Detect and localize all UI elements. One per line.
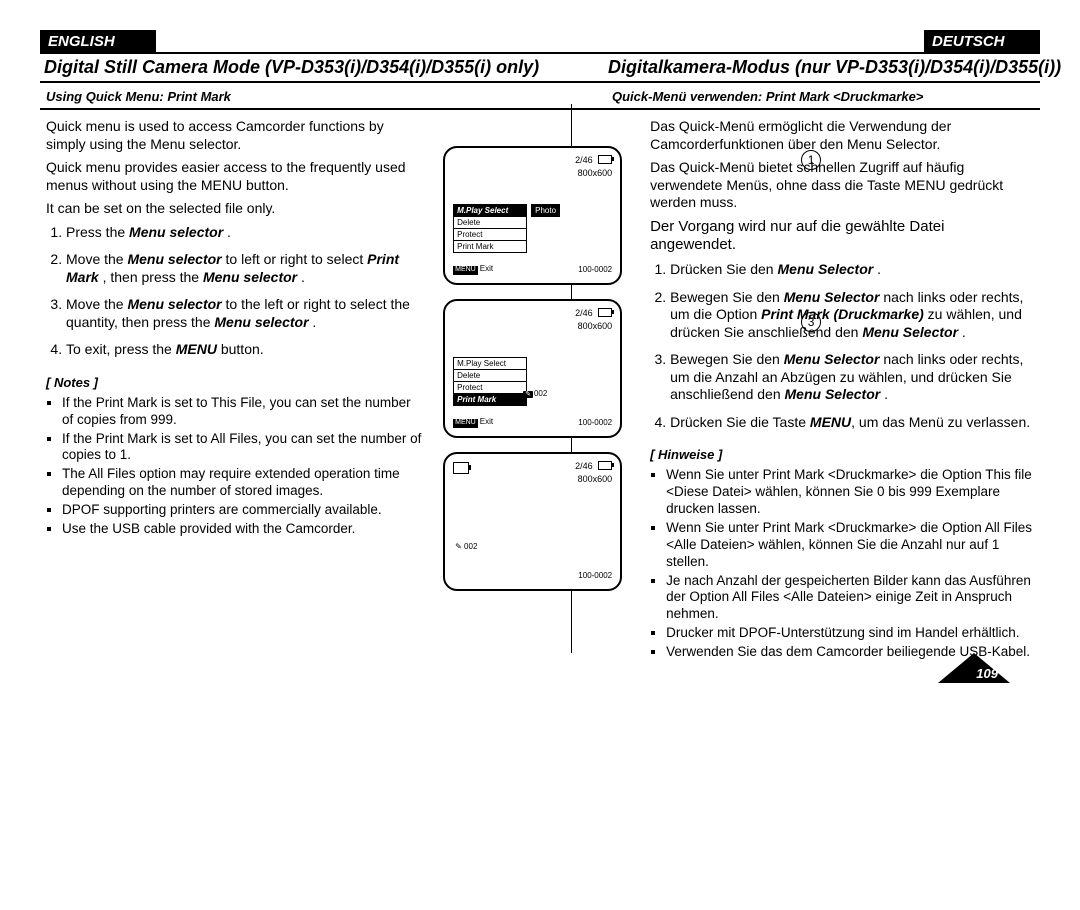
note-item: Wenn Sie unter Print Mark <Druckmarke> d… (666, 520, 1032, 571)
menu-item-delete: Delete (453, 216, 527, 228)
battery-icon (453, 462, 469, 474)
step-3: Move the Menu selector to the left or ri… (66, 296, 423, 331)
step-badge-3: 3 (801, 312, 821, 332)
menu-item-printmark: Print Mark (453, 393, 527, 406)
step-3: Bewegen Sie den Menu Selector nach links… (670, 351, 1032, 404)
intro-para: Quick menu is used to access Camcorder f… (46, 118, 423, 153)
step-4: To exit, press the MENU button. (66, 341, 423, 359)
intro-para: It can be set on the selected file only. (46, 200, 423, 218)
notes-head-deutsch: [ Hinweise ] (650, 447, 1032, 463)
notes-list-deutsch: Wenn Sie unter Print Mark <Druckmarke> d… (650, 467, 1032, 661)
note-item: Wenn Sie unter Print Mark <Druckmarke> d… (666, 467, 1032, 518)
screen-3: 2/46 800x600 M.Play Select Delete Protec… (443, 299, 622, 438)
lang-bar-english: ENGLISH (40, 30, 156, 53)
intro-para: Quick menu provides easier access to the… (46, 159, 423, 194)
step-4: Drücken Sie die Taste MENU, um das Menü … (670, 414, 1032, 432)
battery-icon (598, 461, 612, 470)
column-deutsch: Das Quick-Menü ermöglicht die Verwendung… (636, 110, 1040, 663)
steps-english: Press the Menu selector . Move the Menu … (46, 224, 423, 359)
steps-deutsch: Drücken Sie den Menu Selector . Bewegen … (650, 261, 1032, 431)
screen-result: 2/46 800x600 ✎ 002 100-0002 (443, 452, 622, 591)
menu-item-printmark: Print Mark (453, 240, 527, 253)
note-item: DPOF supporting printers are commerciall… (62, 502, 423, 519)
battery-icon (598, 155, 612, 164)
screen-1: 2/46 800x600 M.Play Select Photo Delete … (443, 146, 622, 285)
title-deutsch: Digitalkamera-Modus (nur VP-D353(i)/D354… (588, 54, 1065, 81)
step-2: Move the Menu selector to left or right … (66, 251, 423, 286)
column-english: Quick menu is used to access Camcorder f… (40, 110, 431, 663)
print-icon: ✎ (523, 391, 533, 398)
menu-item-mplay: M.Play Select (453, 357, 527, 369)
file-number: 100-0002 (578, 571, 612, 581)
lang-bar-deutsch: DEUTSCH (924, 30, 1040, 53)
notes-list-english: If the Print Mark is set to This File, y… (46, 395, 423, 538)
note-item: Drucker mit DPOF-Unterstützung sind im H… (666, 625, 1032, 642)
note-item: Use the USB cable provided with the Camc… (62, 521, 423, 538)
step-1: Press the Menu selector . (66, 224, 423, 242)
menu-item-mplay: M.Play Select (453, 204, 527, 216)
menu-icon: MENU (453, 419, 478, 428)
subhead-english: Using Quick Menu: Print Mark (40, 83, 592, 108)
menu-icon: MENU (453, 266, 478, 275)
title-english: Digital Still Camera Mode (VP-D353(i)/D3… (40, 54, 588, 81)
note-item: If the Print Mark is set to All Files, y… (62, 431, 423, 465)
file-number: 100-0002 (578, 418, 612, 428)
notes-head-english: [ Notes ] (46, 375, 423, 391)
step-badge-1: 1 (801, 150, 821, 170)
subhead-deutsch: Quick-Menü verwenden: Print Mark <Druckm… (592, 83, 1040, 108)
menu-item-delete: Delete (453, 369, 527, 381)
print-icon: ✎ (455, 542, 464, 551)
page-number: 109 (976, 666, 998, 681)
intro-para: Das Quick-Menü ermöglicht die Verwendung… (650, 118, 1032, 153)
note-item: The All Files option may require extende… (62, 466, 423, 500)
battery-icon (598, 308, 612, 317)
menu-value-photo: Photo (531, 204, 560, 217)
menu-item-protect: Protect (453, 228, 527, 240)
menu-item-protect: Protect (453, 381, 527, 393)
intro-para: Das Quick-Menü bietet schnellen Zugriff … (650, 159, 1032, 212)
file-number: 100-0002 (578, 265, 612, 275)
step-1: Drücken Sie den Menu Selector . (670, 261, 1032, 279)
intro-para: Der Vorgang wird nur auf die gewählte Da… (650, 218, 1032, 256)
note-item: If the Print Mark is set to This File, y… (62, 395, 423, 429)
step-2: Bewegen Sie den Menu Selector nach links… (670, 289, 1032, 342)
screen-mockups: 1 3 2/46 800x600 M.Play Select Photo Del… (431, 110, 636, 663)
note-item: Je nach Anzahl der gespeicherten Bilder … (666, 573, 1032, 624)
